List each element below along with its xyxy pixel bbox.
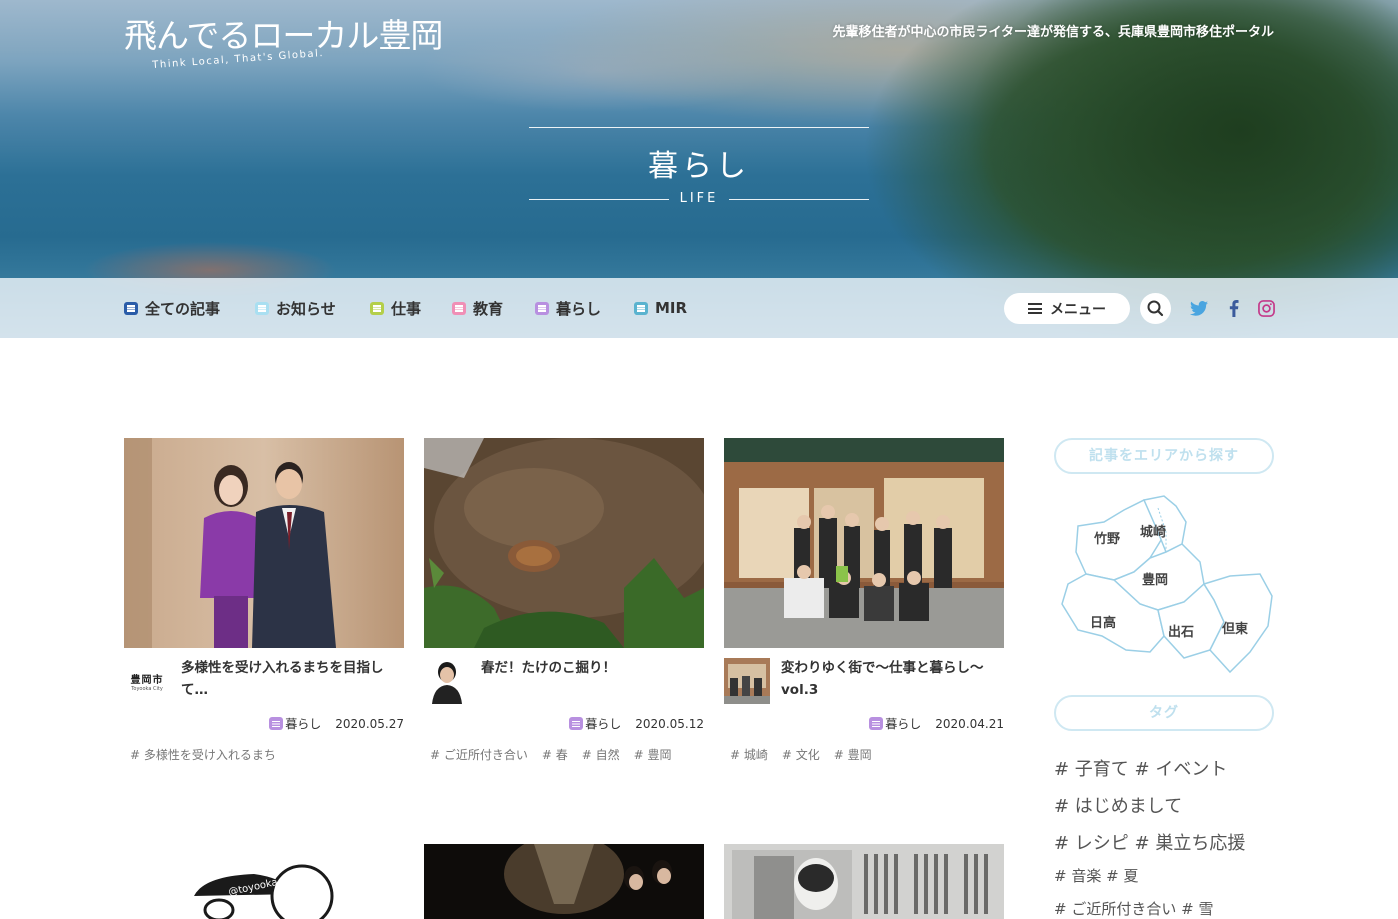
tag-link[interactable]: # 夏	[1106, 867, 1138, 885]
tag-cloud-row: # 音楽 # 夏	[1054, 865, 1138, 886]
article-title[interactable]: 変わりゆく街で〜仕事と暮らし〜vol.3	[781, 657, 1004, 701]
article-thumbnail[interactable]	[424, 844, 704, 919]
list-icon	[452, 301, 466, 315]
article-thumbnail[interactable]	[724, 438, 1004, 648]
nav-item-label: MIR	[655, 299, 688, 317]
tag-cloud-row: # はじめまして	[1054, 792, 1182, 818]
divider	[529, 127, 869, 128]
area-link-hidaka[interactable]: 日高	[1090, 612, 1116, 631]
area-search-heading: 記事をエリアから探す	[1054, 438, 1274, 474]
avatar-text: 豊岡市	[130, 674, 164, 686]
tag-link[interactable]: # 音楽	[1054, 867, 1101, 885]
article-title[interactable]: 多様性を受け入れるまちを目指して…	[181, 657, 404, 701]
article-thumbnail[interactable]	[424, 438, 704, 648]
article-date: 2020.05.27	[335, 716, 404, 731]
area-link-tanto[interactable]: 但東	[1222, 618, 1248, 637]
tag-cloud-row: # ご近所付き合い # 雪	[1054, 898, 1213, 919]
area-link-kinosaki[interactable]: 城崎	[1140, 521, 1166, 540]
site-logo[interactable]: 飛んでるローカル豊岡 Think Local, That's Global.	[124, 16, 443, 76]
article-title[interactable]: 春だ！たけのこ掘り！	[481, 657, 704, 679]
nav-item-news[interactable]: お知らせ	[255, 296, 336, 320]
page-title-block: 暮らし LIFE	[529, 127, 869, 206]
tag-link[interactable]: # 巣立ち応援	[1135, 833, 1246, 854]
list-icon	[569, 717, 584, 730]
list-icon	[869, 717, 884, 730]
article-category-label: 暮らし	[585, 717, 622, 731]
article-category[interactable]: 暮らし	[269, 715, 321, 732]
area-link-toyooka[interactable]: 豊岡	[1142, 569, 1168, 588]
search-button[interactable]	[1140, 293, 1171, 324]
twitter-icon	[1190, 300, 1208, 316]
tag-link[interactable]: # 多様性を受け入れるまち	[130, 746, 276, 763]
instagram-link[interactable]	[1255, 297, 1277, 319]
site-tagline: 先輩移住者が中心の市民ライター達が発信する、兵庫県豊岡市移住ポータル	[832, 25, 1274, 40]
article-meta: 暮らし 2020.05.27	[269, 715, 404, 732]
nav-item-work[interactable]: 仕事	[370, 296, 421, 320]
tag-link[interactable]: # 春	[542, 746, 568, 763]
tag-link[interactable]: # 自然	[582, 746, 620, 763]
facebook-link[interactable]	[1223, 297, 1245, 319]
list-icon	[255, 301, 269, 315]
tag-link[interactable]: # 子育て	[1054, 759, 1129, 780]
article-category[interactable]: 暮らし	[869, 715, 921, 732]
hamburger-icon	[1028, 303, 1042, 314]
menu-button[interactable]: メニュー	[1004, 293, 1130, 324]
article-tags: # 城崎 # 文化 # 豊岡	[730, 746, 872, 763]
nav-item-label: 仕事	[391, 299, 422, 318]
nav-item-label: お知らせ	[276, 299, 336, 318]
list-icon	[370, 301, 384, 315]
list-icon	[535, 301, 549, 315]
nav-item-mir[interactable]: MIR	[634, 296, 687, 320]
article-thumbnail[interactable]: @toyooka	[124, 844, 404, 919]
article-category-label: 暮らし	[885, 717, 922, 731]
list-icon	[269, 717, 284, 730]
article-thumbnail[interactable]	[124, 438, 404, 648]
instagram-icon	[1257, 299, 1275, 317]
area-link-izushi[interactable]: 出石	[1168, 621, 1194, 640]
article-meta: 暮らし 2020.05.12	[569, 715, 704, 732]
author-avatar[interactable]: 豊岡市 Toyooka City	[124, 658, 170, 704]
tag-link[interactable]: # はじめまして	[1054, 796, 1182, 817]
nav-item-label: 全ての記事	[145, 299, 221, 318]
author-avatar[interactable]	[424, 658, 470, 704]
twitter-link[interactable]	[1188, 297, 1210, 319]
list-icon	[634, 301, 648, 315]
article-category-label: 暮らし	[285, 717, 322, 731]
tag-link[interactable]: # 城崎	[730, 746, 768, 763]
article-date: 2020.04.21	[935, 716, 1004, 731]
nav-item-label: 暮らし	[556, 299, 602, 318]
tag-link[interactable]: # イベント	[1135, 759, 1228, 780]
category-nav: 全ての記事 お知らせ 仕事 教育 暮らし MIR メニュー	[0, 278, 1398, 338]
author-avatar[interactable]	[724, 658, 770, 704]
article-thumbnail[interactable]	[724, 844, 1004, 919]
tag-link[interactable]: # レシピ	[1054, 833, 1129, 854]
article-meta: 暮らし 2020.04.21	[869, 715, 1004, 732]
tag-link[interactable]: # 雪	[1181, 900, 1213, 918]
search-icon	[1147, 300, 1164, 317]
tag-link[interactable]: # ご近所付き合い	[430, 746, 528, 763]
tag-cloud-row: # レシピ # 巣立ち応援	[1054, 829, 1245, 855]
article-tags: # ご近所付き合い # 春 # 自然 # 豊岡	[430, 746, 672, 763]
facebook-icon	[1229, 299, 1239, 317]
nav-item-life[interactable]: 暮らし	[535, 296, 601, 320]
tag-link[interactable]: # ご近所付き合い	[1054, 900, 1176, 918]
tag-link[interactable]: # 豊岡	[834, 746, 872, 763]
avatar-subtext: Toyooka City	[131, 685, 163, 692]
article-date: 2020.05.12	[635, 716, 704, 731]
divider	[729, 199, 869, 200]
tag-link[interactable]: # 豊岡	[634, 746, 672, 763]
nav-item-all-articles[interactable]: 全ての記事	[124, 296, 220, 320]
nav-item-label: 教育	[473, 299, 504, 318]
menu-button-label: メニュー	[1050, 301, 1106, 318]
page-title: 暮らし	[648, 149, 750, 184]
article-category[interactable]: 暮らし	[569, 715, 621, 732]
article-tags: # 多様性を受け入れるまち	[130, 746, 276, 763]
tag-heading: タグ	[1054, 695, 1274, 731]
nav-item-education[interactable]: 教育	[452, 296, 503, 320]
list-icon	[124, 301, 138, 315]
tag-link[interactable]: # 文化	[782, 746, 820, 763]
tag-cloud-row: # 子育て # イベント	[1054, 755, 1227, 781]
area-link-takeno[interactable]: 竹野	[1094, 528, 1120, 547]
